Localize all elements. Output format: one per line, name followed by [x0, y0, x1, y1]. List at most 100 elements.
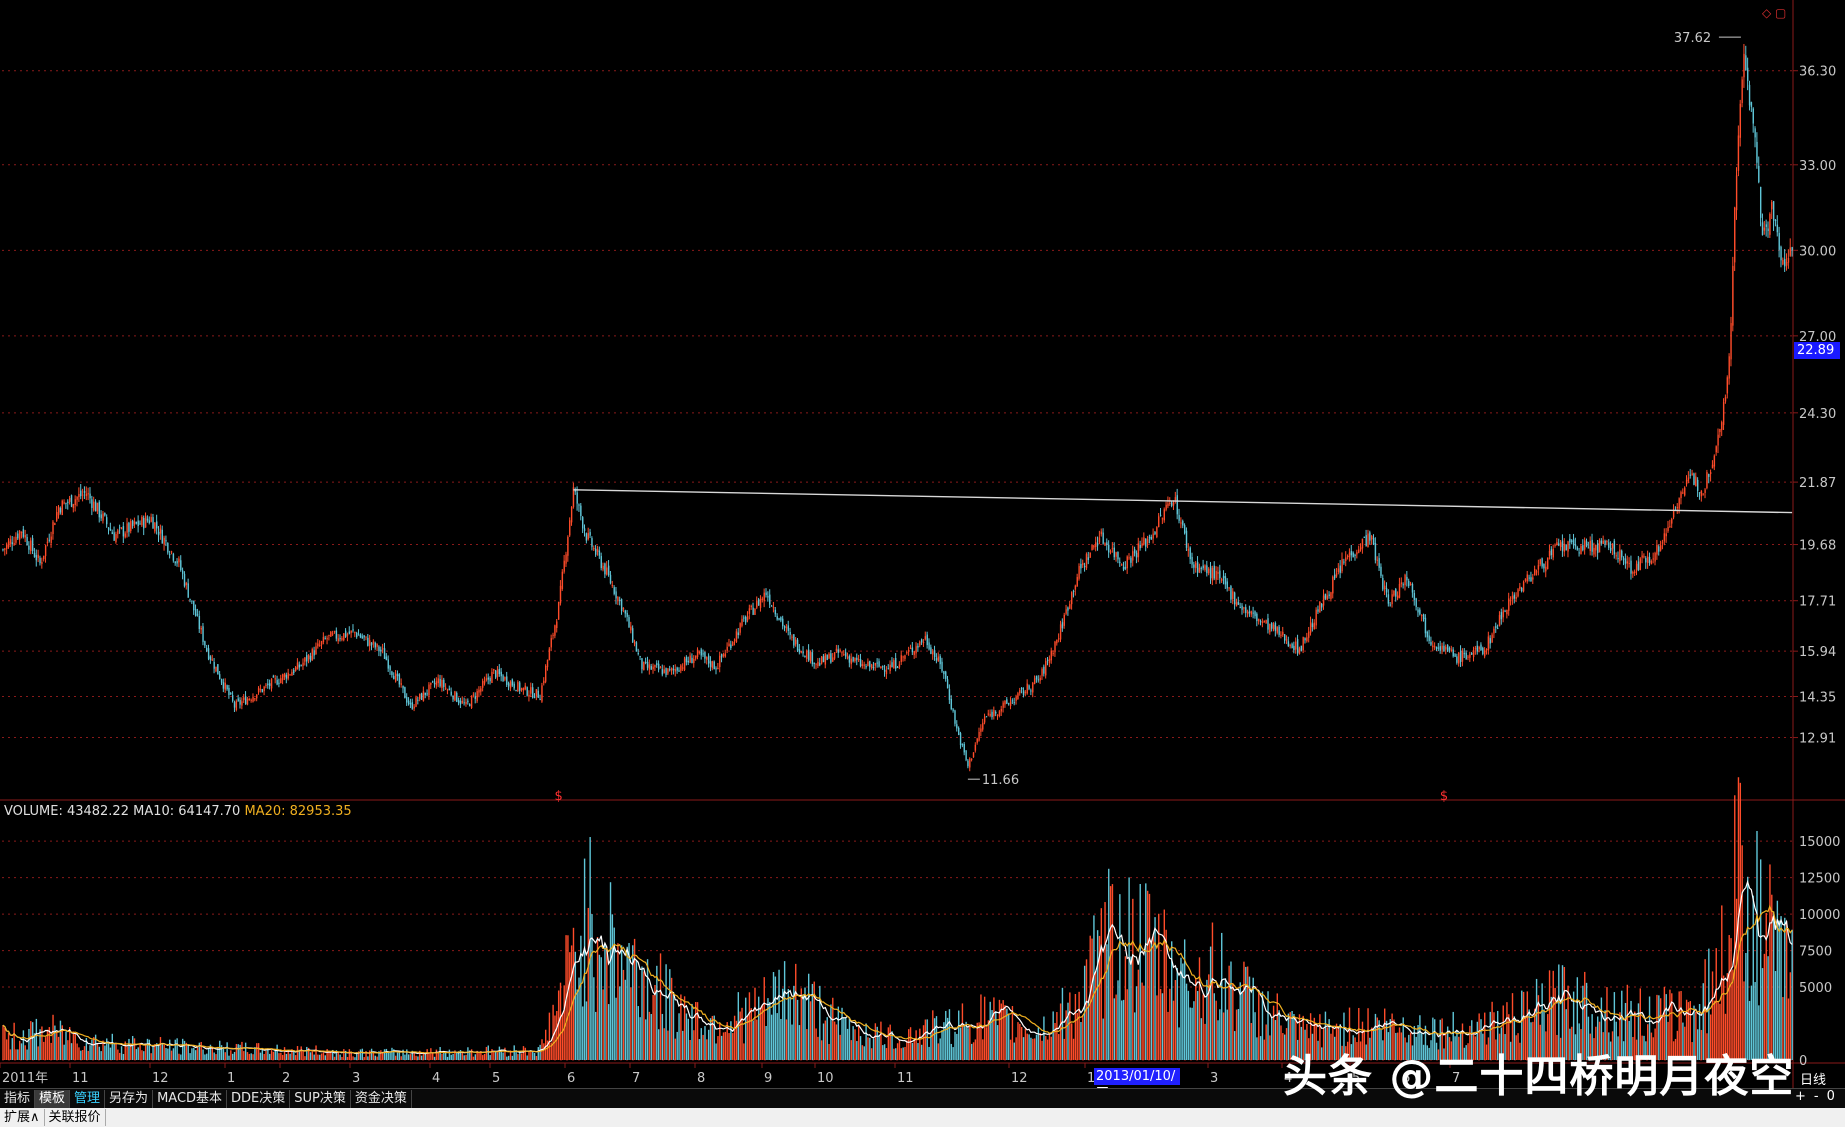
candle-up	[1713, 455, 1716, 467]
price-tick-label: 15.94	[1799, 645, 1836, 660]
volume-bar-down	[137, 1047, 139, 1060]
kline-chart-window[interactable]: 36.30 33.00 30.00 27.00 24.30 21.87 19.68 17.71…	[0, 0, 1845, 1127]
candle-up	[1250, 611, 1253, 615]
tab-macd[interactable]: MACD基本	[153, 1090, 228, 1108]
candle-up	[1706, 472, 1708, 489]
candle-down	[269, 683, 271, 686]
candle-down	[1080, 564, 1082, 569]
candle-up	[330, 631, 332, 637]
candle-up	[1400, 582, 1403, 585]
candle-down	[1780, 246, 1782, 261]
volume-bar-down	[687, 1018, 690, 1060]
volume-bar-up	[908, 1029, 910, 1060]
candle-up	[1280, 634, 1282, 636]
candle-down	[1791, 247, 1793, 251]
candle-up	[596, 549, 599, 552]
related-quote-button[interactable]: 关联报价	[45, 1109, 106, 1126]
volume-bar-down	[1756, 830, 1758, 1060]
candle-up	[1195, 562, 1197, 569]
volume-bar-down	[339, 1054, 341, 1060]
volume-bar-up	[924, 1019, 927, 1060]
volume-bar-down	[1035, 1034, 1038, 1060]
candle-up	[674, 669, 677, 672]
candle-up	[587, 533, 589, 540]
candle-down	[933, 650, 936, 658]
zoom-out-button[interactable]: -	[1814, 1089, 1819, 1104]
tab-save-as[interactable]: 另存为	[105, 1090, 154, 1108]
candle-up	[476, 691, 478, 702]
candle-up	[1009, 701, 1012, 707]
candle-down	[665, 667, 667, 675]
candle-up	[1126, 556, 1128, 569]
volume-bar-down	[1256, 1037, 1258, 1060]
candle-down	[798, 649, 801, 653]
volume-bar-up	[243, 1051, 245, 1060]
candle-down	[1422, 614, 1425, 620]
tab-indicator[interactable]: 指标	[0, 1090, 36, 1108]
candle-down	[176, 561, 178, 564]
candle-up	[1272, 624, 1275, 630]
volume-bar-down	[487, 1045, 489, 1060]
candle-up	[281, 674, 284, 681]
volume-bar-up	[1741, 845, 1743, 1060]
candle-up	[283, 673, 286, 677]
candle-up	[1346, 555, 1349, 557]
candle-up	[602, 565, 604, 570]
volume-bar-up	[1000, 1003, 1003, 1060]
tab-fund[interactable]: 资金决策	[351, 1090, 412, 1108]
time-axis-label: 2011年	[2, 1071, 48, 1086]
volume-bar-down	[244, 1042, 247, 1060]
candle-down	[1311, 623, 1314, 628]
volume-bar-down	[157, 1044, 160, 1060]
candle-up	[1472, 650, 1475, 658]
volume-bar-down	[167, 1048, 169, 1060]
volume-bar-up	[754, 987, 756, 1060]
candle-down	[515, 689, 517, 692]
candle-up	[1652, 558, 1654, 560]
expand-button[interactable]: 扩展∧	[0, 1109, 45, 1126]
candle-down	[615, 591, 617, 599]
candle-down	[730, 644, 732, 649]
candle-up	[1045, 661, 1047, 676]
chart-canvas[interactable]: 36.3033.0030.0027.0024.3021.8719.6817.71…	[0, 0, 1845, 1127]
candle-down	[1604, 540, 1606, 545]
candle-up	[1048, 658, 1051, 663]
volume-bar-down	[830, 1004, 832, 1060]
volume-bar-up	[915, 1030, 917, 1060]
volume-bar-up	[30, 1021, 32, 1060]
volume-bar-down	[417, 1056, 419, 1060]
candle-up	[246, 698, 249, 705]
candle-up	[530, 687, 532, 694]
candle-up	[880, 666, 882, 669]
candle-down	[737, 632, 740, 636]
tab-manage[interactable]: 管理	[70, 1090, 106, 1108]
candle-down	[852, 656, 854, 662]
candle-down	[70, 495, 73, 507]
candle-down	[865, 665, 867, 668]
tab-template[interactable]: 模板	[35, 1090, 71, 1108]
volume-bar-down	[191, 1048, 193, 1060]
volume-bar-down	[848, 1017, 851, 1060]
volume-bar-down	[537, 1047, 539, 1060]
candle-down	[230, 693, 232, 695]
period-label[interactable]: 日线	[1800, 1069, 1826, 1088]
volume-tick-label: 10000	[1799, 908, 1840, 923]
candle-up	[1546, 557, 1549, 570]
zoom-in-button[interactable]: +	[1795, 1089, 1806, 1104]
volume-bar-up	[1280, 1025, 1282, 1060]
volume-bar-up	[428, 1053, 430, 1060]
volume-bar-up	[909, 1027, 912, 1060]
tab-dde[interactable]: DDE决策	[227, 1090, 291, 1108]
window-control-icons[interactable]: ◇ ▢	[1762, 6, 1786, 20]
candle-up	[1121, 564, 1123, 566]
candle-up	[263, 686, 265, 692]
reset-button[interactable]: 0	[1827, 1089, 1835, 1104]
candle-up	[1326, 595, 1328, 600]
candle-up	[659, 667, 662, 669]
volume-bar-up	[563, 985, 565, 1060]
volume-bar-up	[117, 1049, 119, 1060]
candle-down	[1296, 639, 1299, 654]
tab-sup[interactable]: SUP决策	[290, 1090, 351, 1108]
candle-up	[978, 731, 980, 741]
candle-down	[1256, 613, 1258, 622]
